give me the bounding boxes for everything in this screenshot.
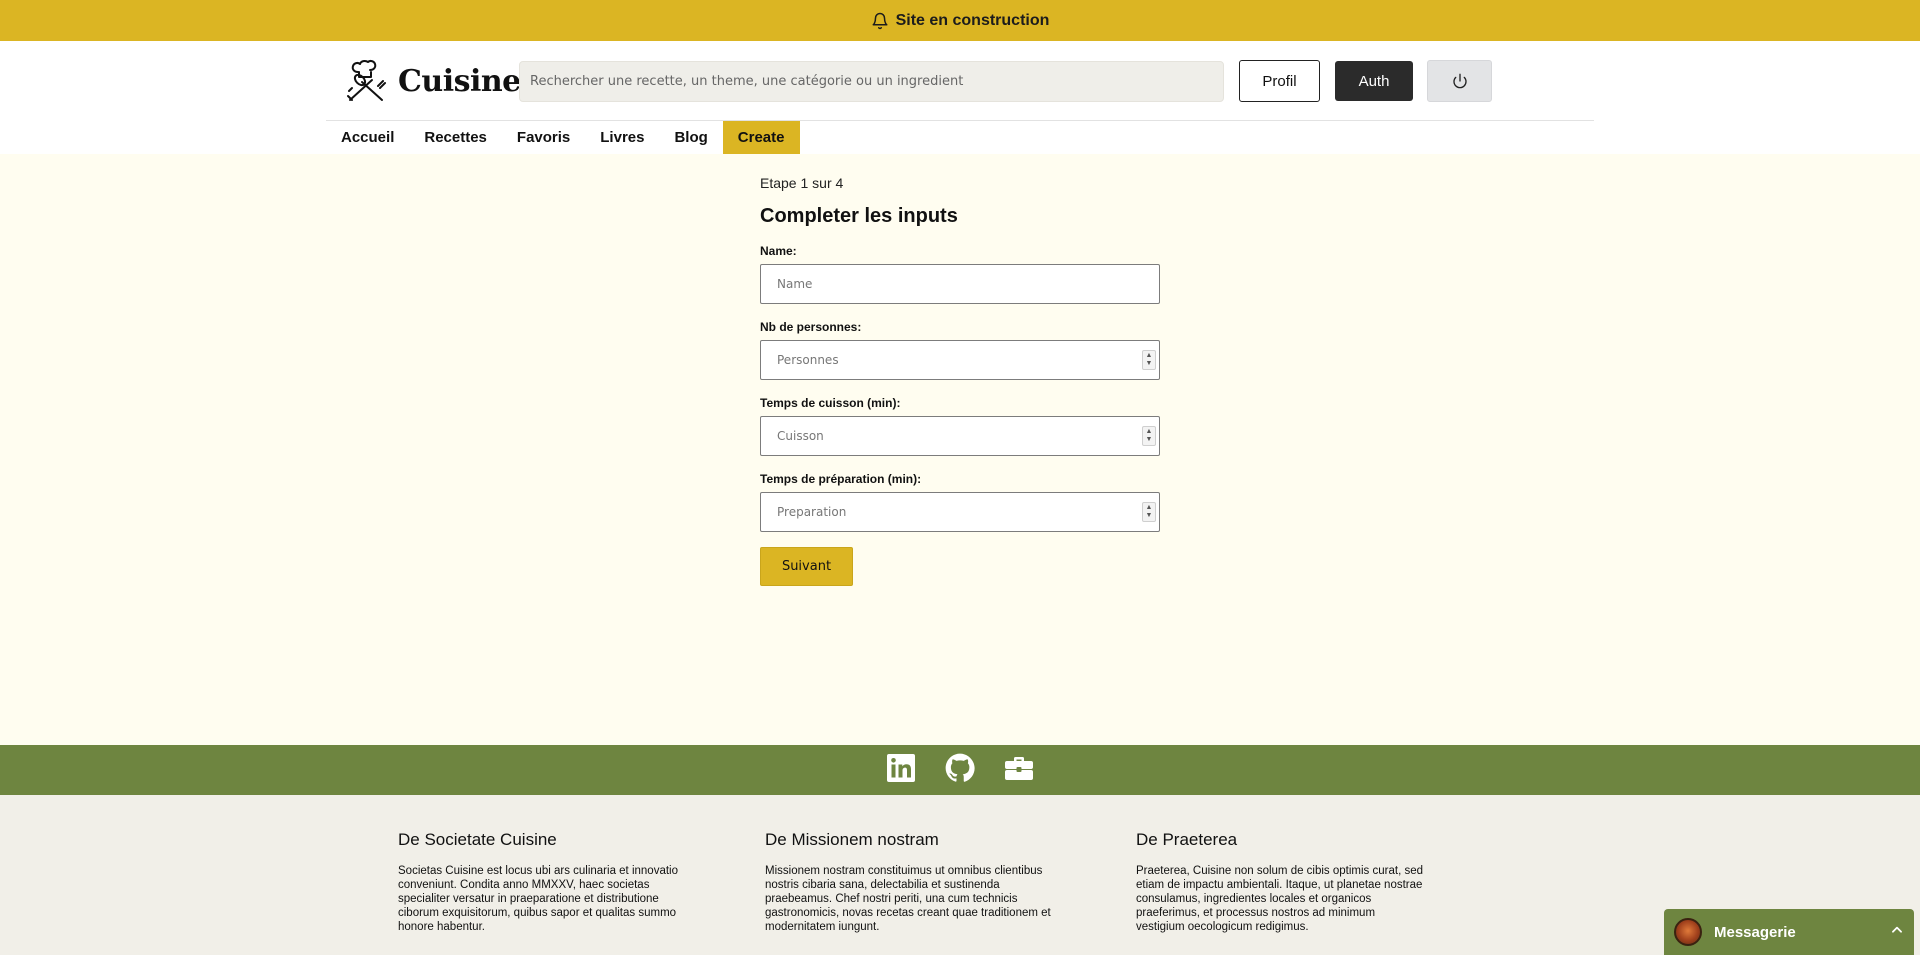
footer-column-text: Missionem nostram constituimus ut omnibu… (765, 865, 1051, 933)
footer-column-text: Societas Cuisine est locus ubi ars culin… (398, 865, 678, 933)
prep-time-stepper[interactable]: ▲ ▼ (1142, 502, 1156, 522)
social-bar (0, 745, 1920, 795)
power-button[interactable] (1427, 60, 1492, 102)
persons-stepper[interactable]: ▲ ▼ (1142, 350, 1156, 370)
chef-utensils-icon (347, 59, 386, 101)
messagerie-label: Messagerie (1714, 923, 1796, 941)
nav-item-create[interactable]: Create (722, 121, 800, 154)
nav-item-favoris[interactable]: Favoris (502, 121, 585, 154)
nav-item-blog[interactable]: Blog (659, 121, 722, 154)
footer-column-missionem: De Missionem nostram Missionem nostram c… (765, 830, 1055, 934)
prep-time-field-wrapper: ▲▼ (760, 492, 1160, 532)
name-field-wrapper (760, 264, 1160, 304)
logo-text: Cuisine (398, 63, 521, 99)
footer-column-text: Praeterea, Cuisine non solum de cibis op… (1136, 865, 1424, 933)
bell-icon (872, 12, 888, 29)
cooking-time-label: Temps de cuisson (min): (760, 396, 901, 410)
next-button[interactable]: Suivant (760, 547, 853, 586)
persons-field-wrapper: ▲▼ (760, 340, 1160, 380)
recipe-form: Etape 1 sur 4 Completer les inputs Name:… (760, 175, 1160, 586)
messagerie-widget[interactable]: Messagerie (1664, 909, 1914, 955)
main-nav: Accueil Recettes Favoris Livres Blog Cre… (326, 121, 800, 154)
footer-column-societate: De Societate Cuisine Societas Cuisine es… (398, 830, 688, 934)
persons-label: Nb de personnes: (760, 320, 862, 334)
nav-item-accueil[interactable]: Accueil (326, 121, 409, 154)
github-link[interactable] (945, 753, 975, 788)
site-footer: De Societate Cuisine Societas Cuisine es… (0, 795, 1920, 955)
footer-column-title: De Missionem nostram (765, 830, 939, 849)
persons-field[interactable] (760, 340, 1160, 380)
briefcase-icon (1005, 756, 1033, 780)
name-label: Name: (760, 244, 797, 258)
profil-button[interactable]: Profil (1239, 60, 1320, 102)
linkedin-link[interactable] (886, 753, 916, 788)
banner-text: Site en construction (895, 11, 1050, 29)
construction-banner: Site en construction (0, 0, 1920, 41)
footer-column-praeterea: De Praeterea Praeterea, Cuisine non solu… (1136, 830, 1426, 934)
cooking-time-field-wrapper: ▲▼ (760, 416, 1160, 456)
name-field[interactable] (760, 264, 1160, 304)
footer-column-title: De Societate Cuisine (398, 830, 557, 849)
power-icon (1452, 73, 1467, 89)
linkedin-icon (887, 753, 915, 782)
nav-item-recettes[interactable]: Recettes (409, 121, 502, 154)
portfolio-link[interactable] (1004, 753, 1034, 788)
avatar (1674, 918, 1702, 946)
nav-item-livres[interactable]: Livres (585, 121, 659, 154)
chevron-up-icon (1892, 926, 1902, 933)
footer-column-title: De Praeterea (1136, 830, 1238, 849)
github-icon (945, 753, 975, 782)
cooking-time-stepper[interactable]: ▲ ▼ (1142, 426, 1156, 446)
step-indicator: Etape 1 sur 4 (760, 175, 844, 191)
prep-time-label: Temps de préparation (min): (760, 472, 922, 486)
prep-time-field[interactable] (760, 492, 1160, 532)
auth-button[interactable]: Auth (1335, 61, 1413, 101)
site-logo[interactable]: Cuisine (342, 56, 521, 106)
search-input[interactable] (519, 61, 1224, 102)
cooking-time-field[interactable] (760, 416, 1160, 456)
messagerie-toggle[interactable] (1890, 923, 1904, 941)
form-title: Completer les inputs (760, 205, 958, 227)
site-header: Cuisine Profil Auth (0, 41, 1920, 154)
